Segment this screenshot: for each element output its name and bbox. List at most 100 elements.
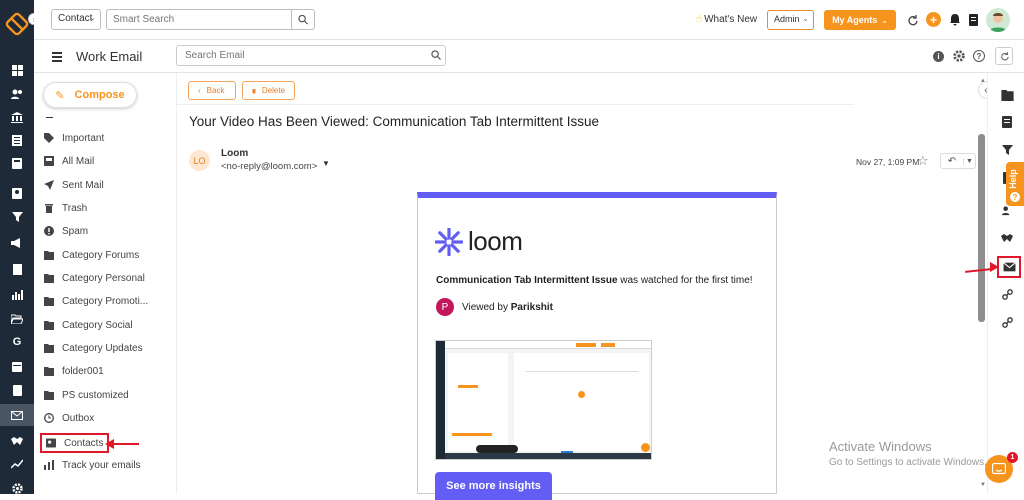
folder-trash[interactable]: Trash (44, 199, 87, 217)
filter-icon[interactable] (0, 206, 34, 228)
folder-category-updates[interactable]: Category Updates (44, 339, 143, 357)
trend-icon[interactable] (0, 453, 34, 475)
delete-button[interactable]: Delete (242, 81, 295, 100)
help-tab-label: Help (1007, 169, 1018, 189)
folder-folder001[interactable]: folder001 (44, 362, 104, 380)
app-logo-icon[interactable] (5, 12, 29, 36)
filter-icon[interactable] (1000, 143, 1014, 157)
link-icon[interactable] (1000, 315, 1014, 329)
folder-category-forums[interactable]: Category Forums (44, 246, 139, 264)
scroll-down-icon[interactable]: ▼ (980, 482, 986, 488)
folder-sent-mail[interactable]: Sent Mail (44, 176, 104, 194)
whats-new-link[interactable]: ☝ What's New (696, 14, 757, 25)
users-icon[interactable] (0, 83, 34, 105)
megaphone-icon[interactable] (0, 232, 34, 254)
video-thumbnail[interactable] (435, 340, 652, 460)
folder-icon (44, 273, 54, 283)
list-icon[interactable] (0, 129, 34, 151)
contact-select-label: Contact (58, 13, 93, 24)
folder-label: Category Updates (62, 342, 143, 354)
folder-open-icon[interactable] (0, 308, 34, 330)
document-icon[interactable] (0, 258, 34, 280)
handshake-icon[interactable] (0, 430, 34, 452)
folder-outbox[interactable]: Outbox (44, 409, 94, 427)
help-tab[interactable]: Help ? (1006, 162, 1024, 206)
link-icon[interactable] (1000, 287, 1014, 301)
folder-track-emails[interactable]: Track your emails (44, 456, 141, 474)
compose-label: Compose (74, 89, 125, 101)
folder-contacts[interactable]: Contacts (40, 433, 110, 453)
folder-category-social[interactable]: Category Social (44, 316, 133, 334)
admin-select[interactable]: Admin ⌄ (767, 10, 814, 30)
folder-label: Track your emails (62, 459, 141, 471)
folder-icon (44, 343, 54, 353)
scrollbar-thumb[interactable] (978, 134, 985, 322)
user-avatar[interactable] (986, 8, 1010, 32)
gear-icon[interactable] (953, 50, 965, 62)
caret-down-icon[interactable]: ▼ (322, 159, 330, 168)
contact-select[interactable]: Contact ⌄ (51, 9, 101, 30)
folder-icon (44, 296, 54, 306)
chat-icon (992, 462, 1006, 474)
google-icon[interactable]: G (0, 331, 34, 353)
folder-label: Category Social (62, 319, 133, 331)
folder-sidebar: ✎ Compose Important All Mail Sent Mail T… (34, 73, 174, 494)
folder-important[interactable]: Important (44, 129, 104, 147)
handshake-icon[interactable] (1000, 231, 1014, 245)
viewed-by: Viewed by Parikshit (462, 302, 553, 313)
smart-search-input[interactable] (106, 9, 292, 30)
bank-icon[interactable] (0, 106, 34, 128)
search-icon[interactable] (431, 50, 441, 60)
email-contacts-icon[interactable] (997, 256, 1021, 278)
viewer-name: Parikshit (510, 302, 553, 313)
trash-icon (252, 88, 256, 93)
folder-label: Category Personal (62, 272, 145, 284)
clipboard-icon[interactable] (0, 379, 34, 401)
clipboard-icon[interactable] (969, 14, 978, 26)
see-more-insights-button[interactable]: See more insights (435, 472, 552, 500)
inbox-icon (44, 156, 54, 166)
calculator-icon[interactable] (0, 152, 34, 174)
sender-name: Loom (221, 148, 249, 159)
add-icon[interactable]: + (926, 12, 941, 27)
settings-icon[interactable] (0, 477, 34, 499)
document-icon[interactable] (1000, 115, 1014, 129)
my-agents-button[interactable]: My Agents ⌄ (824, 10, 896, 30)
folder-spam[interactable]: Spam (44, 222, 88, 240)
info-icon[interactable]: i (933, 51, 944, 62)
send-icon (44, 180, 54, 190)
email-search-input[interactable] (176, 45, 446, 66)
contacts-icon (46, 438, 56, 448)
folder-category-promotions[interactable]: Category Promoti... (44, 292, 148, 310)
dashboard-icon[interactable] (0, 59, 34, 81)
folder-all-mail[interactable]: All Mail (44, 152, 94, 170)
sync-button[interactable] (995, 47, 1013, 65)
compose-button[interactable]: ✎ Compose (43, 82, 137, 108)
email-view: ‹ Back Delete Your Video Has Been Viewed… (176, 73, 987, 500)
back-button[interactable]: ‹ Back (188, 81, 236, 100)
refresh-icon[interactable] (907, 15, 918, 26)
folder-label: All Mail (62, 155, 95, 167)
chevron-down-icon: ▼ (963, 157, 975, 165)
help-icon[interactable]: ? (973, 50, 985, 62)
email-nav-icon[interactable] (0, 404, 34, 426)
alert-icon (44, 226, 54, 236)
star-icon[interactable]: ☆ (917, 153, 929, 169)
chevron-down-icon: ⌄ (802, 14, 809, 23)
folder-category-personal[interactable]: Category Personal (44, 269, 145, 287)
bell-icon[interactable] (950, 14, 960, 26)
scrollbar[interactable]: ▲ ▼ (978, 78, 986, 490)
reply-button[interactable]: ↶ ▼ (940, 153, 976, 169)
contact-card-icon[interactable] (0, 182, 34, 204)
tag-icon (44, 133, 54, 143)
right-toolbar (987, 73, 1024, 494)
app-rail: G (0, 0, 34, 494)
bar-chart-icon[interactable] (0, 284, 34, 306)
folder-icon[interactable] (1000, 88, 1014, 102)
menu-icon[interactable] (52, 52, 62, 62)
sender-avatar: LO (189, 150, 210, 171)
folder-icon (44, 390, 54, 400)
folder-ps-customized[interactable]: PS customized (44, 386, 129, 404)
search-button[interactable] (291, 9, 315, 30)
calendar-icon[interactable] (0, 355, 34, 377)
